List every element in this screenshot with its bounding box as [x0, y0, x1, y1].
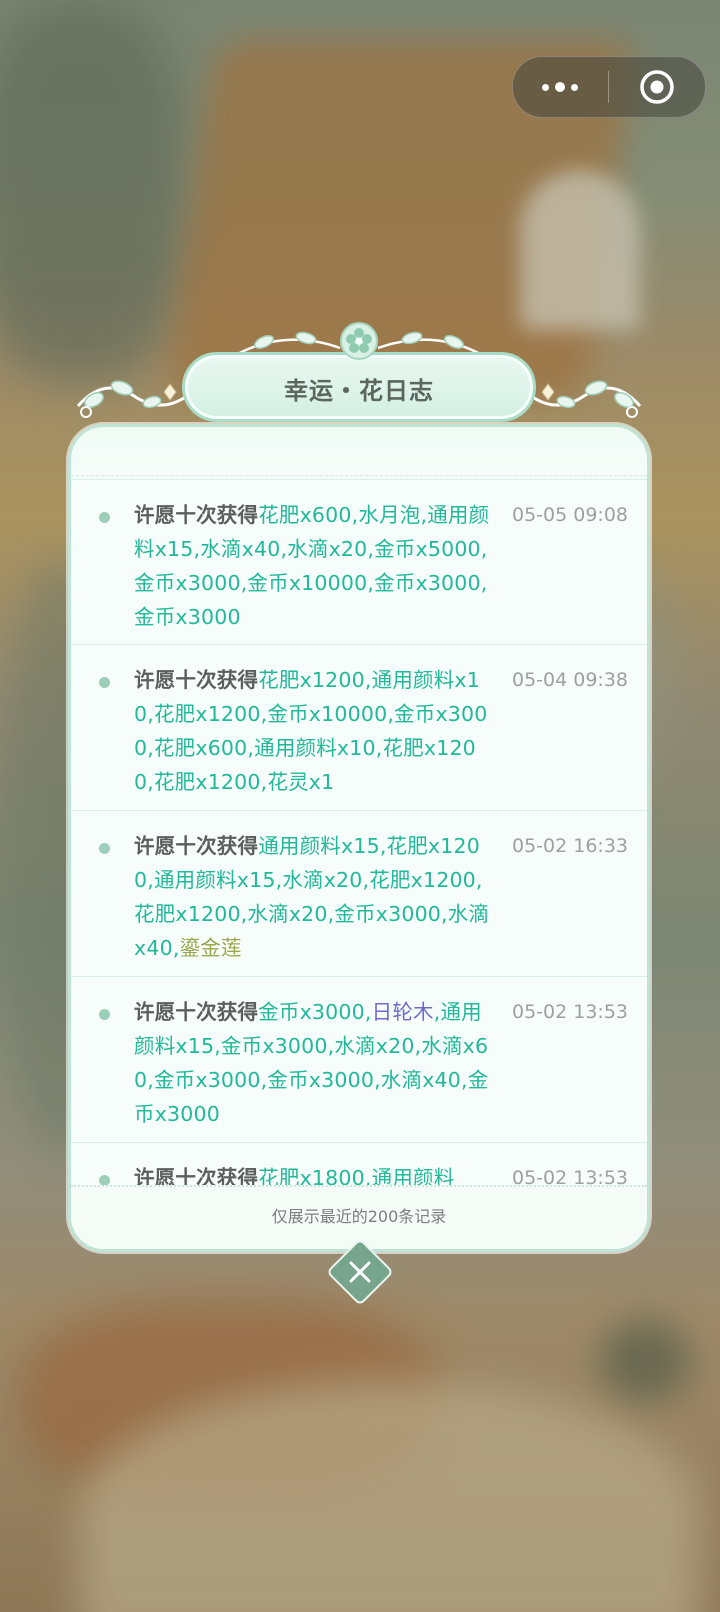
vine-left-decoration-icon [76, 380, 193, 418]
record-item: 许愿十次获得花肥x1200,通用颜料x10,花肥x1200,金币x10000,金… [71, 645, 647, 811]
record-list[interactable]: 许愿十次获得花肥x600,水月泡,通用颜料x15,水滴x40,水滴x20,金币x… [71, 479, 647, 1185]
vine-right-decoration-icon [525, 380, 642, 418]
modal-header: 幸运・花日志 [74, 322, 644, 432]
record-time: 05-02 16:33 [512, 835, 629, 857]
record-lead: 许愿十次获得 [134, 1000, 259, 1024]
record-item: 许愿十次获得花肥x600,水月泡,通用颜料x15,水滴x40,水滴x20,金币x… [71, 479, 647, 645]
rare-reward: 鎏金莲 [179, 936, 242, 960]
record-time: 05-02 13:53 [512, 1167, 629, 1185]
record-lead: 许愿十次获得 [134, 1166, 259, 1185]
record-item: 许愿十次获得通用颜料x15,花肥x1200,通用颜料x15,水滴x20,花肥x1… [71, 811, 647, 977]
bullet-dot [99, 512, 110, 523]
record-lead: 许愿十次获得 [134, 834, 259, 858]
flower-log-modal: 许愿十次获得花肥x600,水月泡,通用颜料x15,水滴x40,水滴x20,金币x… [68, 424, 650, 1252]
record-text: 许愿十次获得通用颜料x15,花肥x1200,通用颜料x15,水滴x20,花肥x1… [134, 829, 492, 965]
rare-reward: 日轮木 [371, 1000, 434, 1024]
target-icon[interactable] [639, 69, 675, 105]
record-time: 05-04 09:38 [512, 669, 629, 691]
record-rewards: 花肥x1800,通用颜料 [258, 1166, 455, 1185]
record-item: 许愿十次获得花肥x1800,通用颜料 05-02 13:53 [71, 1143, 647, 1185]
record-text: 许愿十次获得金币x3000,日轮木,通用颜料x15,金币x3000,水滴x20,… [134, 995, 492, 1131]
record-item: 许愿十次获得金币x3000,日轮木,通用颜料x15,金币x3000,水滴x20,… [71, 977, 647, 1143]
bullet-dot [99, 1009, 110, 1020]
bullet-dot [99, 677, 110, 688]
record-text: 许愿十次获得花肥x1800,通用颜料 [134, 1161, 492, 1185]
flower-badge-icon [340, 322, 378, 360]
title-plaque: 幸运・花日志 [182, 352, 536, 422]
record-lead: 许愿十次获得 [134, 503, 259, 527]
modal-top-area [71, 427, 647, 476]
modal-title: 幸运・花日志 [284, 377, 434, 405]
close-icon [349, 1261, 371, 1283]
miniprogram-capsule [512, 56, 706, 118]
capsule-divider [608, 71, 609, 103]
record-rewards: 金币x3000, [258, 1000, 372, 1024]
record-text: 许愿十次获得花肥x600,水月泡,通用颜料x15,水滴x40,水滴x20,金币x… [134, 498, 492, 634]
record-time: 05-05 09:08 [512, 504, 629, 526]
bullet-dot [99, 843, 110, 854]
record-text: 许愿十次获得花肥x1200,通用颜料x10,花肥x1200,金币x10000,金… [134, 663, 492, 799]
record-lead: 许愿十次获得 [134, 668, 259, 692]
record-time: 05-02 13:53 [512, 1001, 629, 1023]
more-dots-icon[interactable] [513, 57, 607, 117]
bullet-dot [99, 1175, 110, 1185]
